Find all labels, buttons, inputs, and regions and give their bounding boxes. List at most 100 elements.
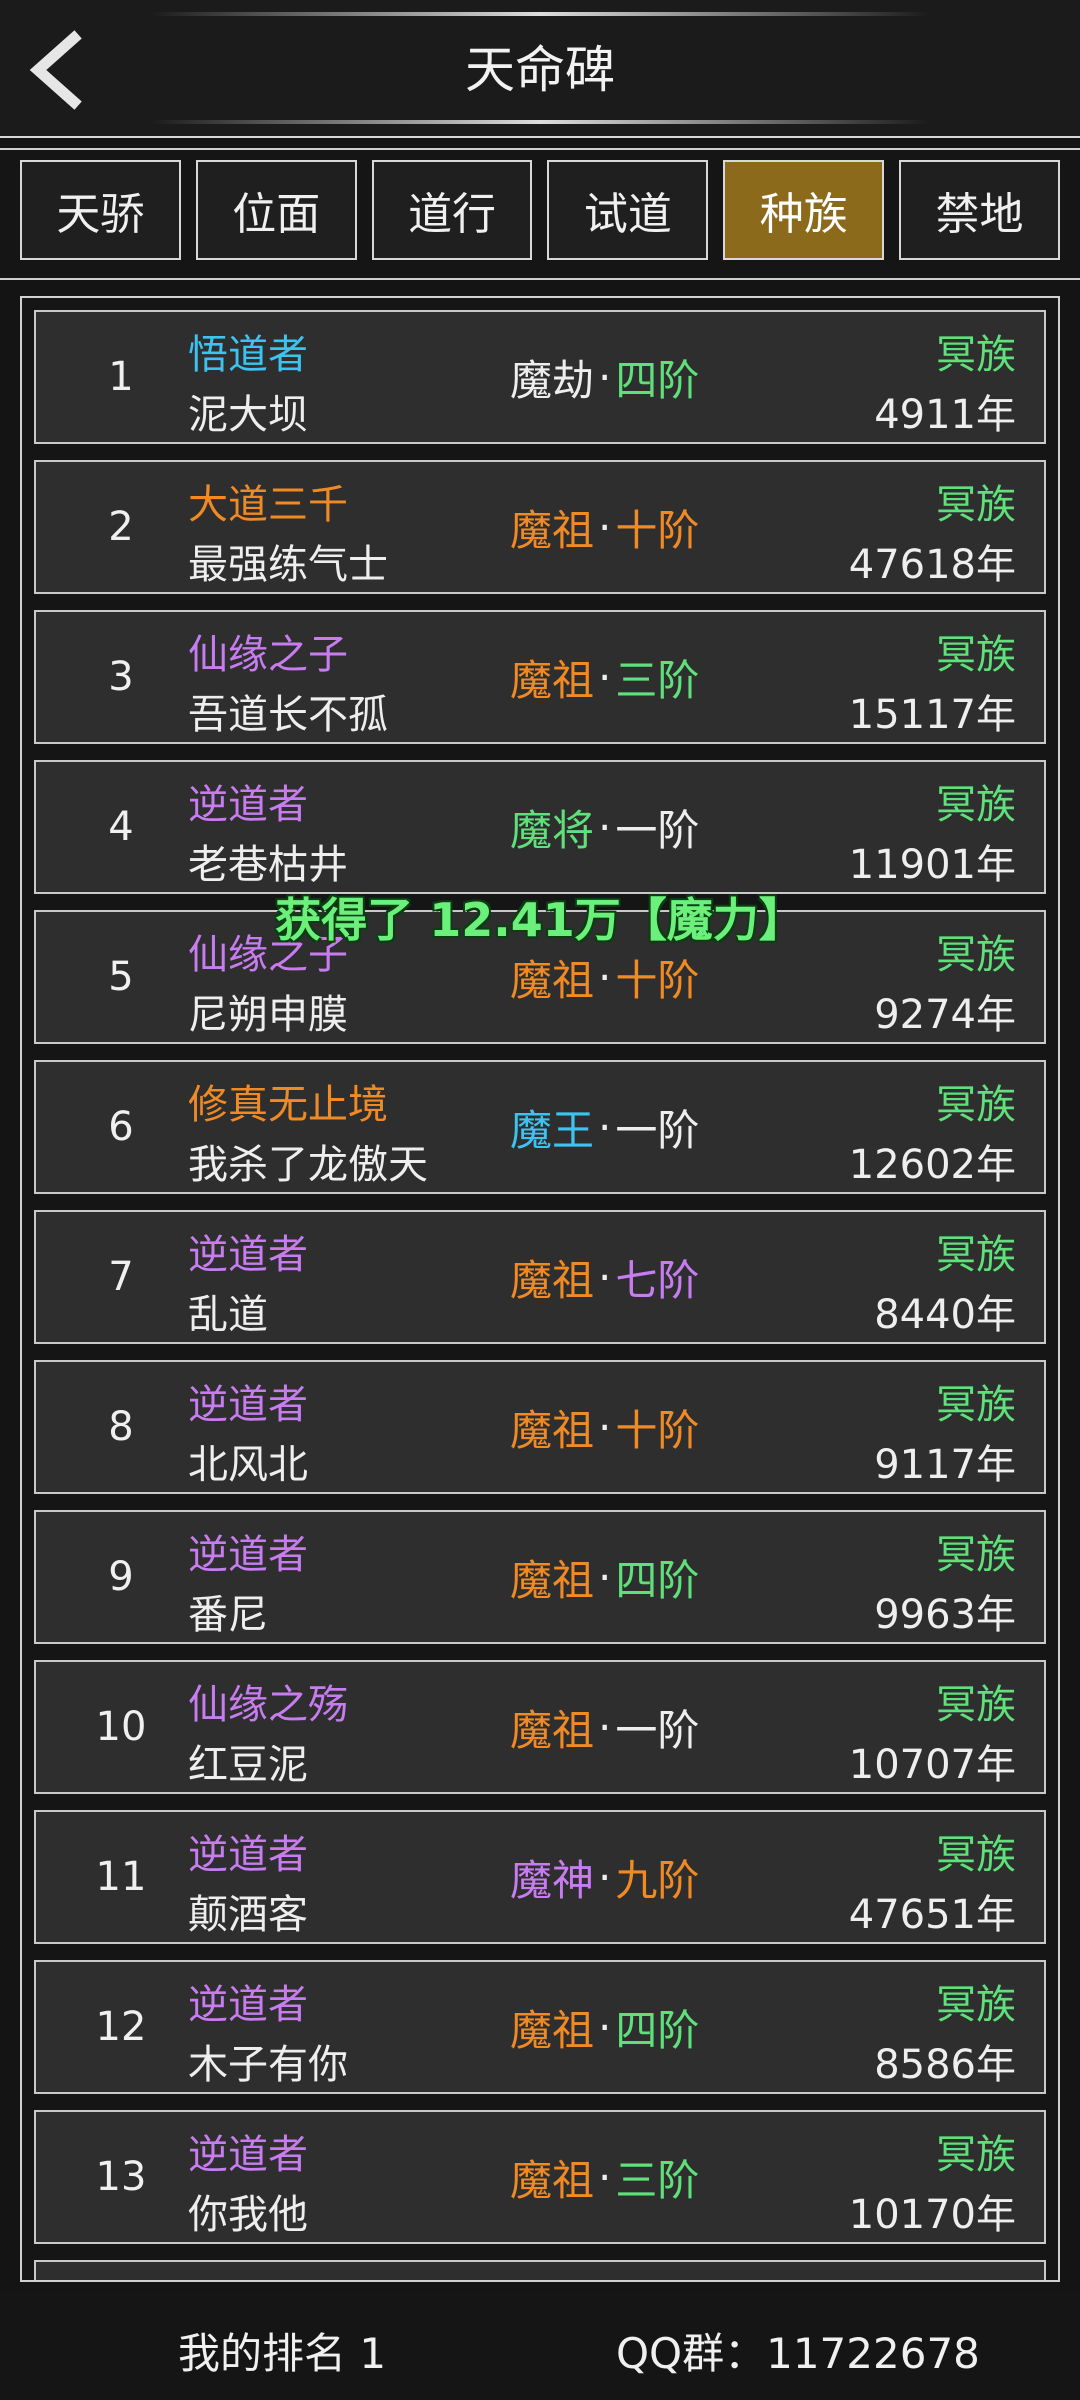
rank-number: 10 [95, 1704, 147, 1750]
rank-number: 9 [108, 1554, 134, 1600]
table-row[interactable]: 7 逆道者 乱道 魔祖 · 七阶 冥族 8440年 [34, 1210, 1046, 1344]
realm-stage: 魔祖 [510, 2155, 595, 2205]
player-name: 尼朔申膜 [188, 992, 348, 1038]
age-years: 15117年 [848, 692, 1016, 738]
realm-level: 魔祖 · 十阶 [510, 1362, 699, 1492]
table-row-partial[interactable] [34, 2260, 1046, 2280]
player-title: 逆道者 [188, 1982, 308, 2028]
realm-level: 魔劫 · 四阶 [510, 312, 699, 442]
realm-tier: 四阶 [615, 2005, 700, 2055]
race-label: 冥族 [936, 332, 1016, 378]
player-title: 逆道者 [188, 1382, 308, 1428]
realm-tier: 四阶 [615, 1555, 700, 1605]
footer-bar: 我的排名 1 QQ群：11722678 [0, 2290, 1080, 2400]
qq-group-text: QQ群：11722678 [616, 2329, 980, 2378]
table-row[interactable]: 13 逆道者 你我他 魔祖 · 三阶 冥族 10170年 [34, 2110, 1046, 2244]
race-label: 冥族 [936, 782, 1016, 828]
age-years: 8586年 [874, 2042, 1016, 2088]
tabs: 天骄 位面 道行 试道 种族 禁地 [20, 160, 1060, 264]
race-label: 冥族 [936, 1532, 1016, 1578]
age-years: 47651年 [848, 1892, 1016, 1938]
page-title: 天命碑 [465, 41, 615, 99]
tab-bar: 天骄 位面 道行 试道 种族 禁地 [0, 148, 1080, 280]
realm-stage: 魔祖 [510, 1555, 595, 1605]
realm-level: 魔祖 · 十阶 [510, 912, 699, 1042]
player-name: 我杀了龙傲天 [188, 1142, 428, 1188]
realm-tier: 三阶 [615, 655, 700, 705]
table-row[interactable]: 8 逆道者 北风北 魔祖 · 十阶 冥族 9117年 [34, 1360, 1046, 1494]
player-name: 北风北 [188, 1442, 308, 1488]
tab-3[interactable]: 试道 [547, 160, 709, 260]
tab-1[interactable]: 位面 [195, 160, 357, 260]
age-years: 4911年 [874, 392, 1016, 438]
player-title: 逆道者 [188, 2132, 308, 2178]
age-years: 9117年 [874, 1442, 1016, 1488]
realm-stage: 魔祖 [510, 955, 595, 1005]
realm-separator: · [598, 952, 612, 1002]
table-row[interactable]: 2 大道三千 最强练气士 魔祖 · 十阶 冥族 47618年 [34, 460, 1046, 594]
realm-separator: · [598, 652, 612, 702]
realm-stage: 魔劫 [510, 355, 595, 405]
player-title: 修真无止境 [188, 1082, 388, 1128]
race-label: 冥族 [936, 1232, 1016, 1278]
tab-5[interactable]: 禁地 [899, 160, 1060, 260]
realm-separator: · [598, 2152, 612, 2202]
player-name: 吾道长不孤 [188, 692, 388, 738]
rank-number: 11 [95, 1854, 147, 1900]
realm-separator: · [598, 1852, 612, 1902]
table-row[interactable]: 5 仙缘之子 尼朔申膜 魔祖 · 十阶 冥族 9274年 [34, 910, 1046, 1044]
realm-separator: · [598, 1702, 612, 1752]
player-name: 颠酒客 [188, 1892, 308, 1938]
realm-stage: 魔祖 [510, 1255, 595, 1305]
realm-separator: · [598, 802, 612, 852]
rank-number: 3 [108, 654, 134, 700]
realm-separator: · [598, 1552, 612, 1602]
realm-tier: 一阶 [615, 1105, 700, 1155]
table-row[interactable]: 12 逆道者 木子有你 魔祖 · 四阶 冥族 8586年 [34, 1960, 1046, 2094]
age-years: 11901年 [848, 842, 1016, 888]
player-title: 大道三千 [188, 482, 348, 528]
rank-number: 6 [108, 1104, 134, 1150]
age-years: 10170年 [848, 2192, 1016, 2238]
top-bar: 天命碑 [0, 0, 1080, 138]
tab-4[interactable]: 种族 [723, 160, 885, 260]
race-label: 冥族 [936, 1982, 1016, 2028]
realm-stage: 魔祖 [510, 1405, 595, 1455]
table-row[interactable]: 9 逆道者 番尼 魔祖 · 四阶 冥族 9963年 [34, 1510, 1046, 1644]
player-title: 逆道者 [188, 1232, 308, 1278]
table-row[interactable]: 3 仙缘之子 吾道长不孤 魔祖 · 三阶 冥族 15117年 [34, 610, 1046, 744]
rank-number: 4 [108, 804, 134, 850]
realm-tier: 一阶 [615, 805, 700, 855]
realm-stage: 魔王 [510, 1105, 595, 1155]
age-years: 47618年 [848, 542, 1016, 588]
realm-level: 魔王 · 一阶 [510, 1062, 699, 1192]
race-label: 冥族 [936, 1832, 1016, 1878]
realm-level: 魔将 · 一阶 [510, 762, 699, 892]
table-row[interactable]: 10 仙缘之殇 红豆泥 魔祖 · 一阶 冥族 10707年 [34, 1660, 1046, 1794]
realm-level: 魔祖 · 七阶 [510, 1212, 699, 1342]
ranking-list-frame: 1 悟道者 泥大坝 魔劫 · 四阶 冥族 4911年 2 大道三千 最强练气士 魔祖 · 十阶 冥族 4761… [20, 296, 1060, 2282]
table-row[interactable]: 1 悟道者 泥大坝 魔劫 · 四阶 冥族 4911年 [34, 310, 1046, 444]
player-name: 泥大坝 [188, 392, 308, 438]
realm-tier: 十阶 [615, 955, 700, 1005]
realm-separator: · [598, 2002, 612, 2052]
realm-stage: 魔神 [510, 1855, 595, 1905]
tab-0[interactable]: 天骄 [20, 160, 181, 260]
player-title: 仙缘之殇 [188, 1682, 348, 1728]
race-label: 冥族 [936, 632, 1016, 678]
realm-level: 魔祖 · 四阶 [510, 1962, 699, 2092]
realm-tier: 七阶 [615, 1255, 700, 1305]
realm-separator: · [598, 502, 612, 552]
age-years: 9274年 [874, 992, 1016, 1038]
ranking-list: 1 悟道者 泥大坝 魔劫 · 四阶 冥族 4911年 2 大道三千 最强练气士 魔祖 · 十阶 冥族 4761… [34, 310, 1046, 2280]
race-label: 冥族 [936, 2132, 1016, 2178]
realm-level: 魔祖 · 三阶 [510, 612, 699, 742]
table-row[interactable]: 6 修真无止境 我杀了龙傲天 魔王 · 一阶 冥族 12602年 [34, 1060, 1046, 1194]
header-gleam-bottom [150, 120, 930, 124]
table-row[interactable]: 4 逆道者 老巷枯井 魔将 · 一阶 冥族 11901年 [34, 760, 1046, 894]
tab-2[interactable]: 道行 [371, 160, 533, 260]
realm-tier: 一阶 [615, 1705, 700, 1755]
table-row[interactable]: 11 逆道者 颠酒客 魔神 · 九阶 冥族 47651年 [34, 1810, 1046, 1944]
realm-tier: 三阶 [615, 2155, 700, 2205]
realm-level: 魔祖 · 三阶 [510, 2112, 699, 2242]
